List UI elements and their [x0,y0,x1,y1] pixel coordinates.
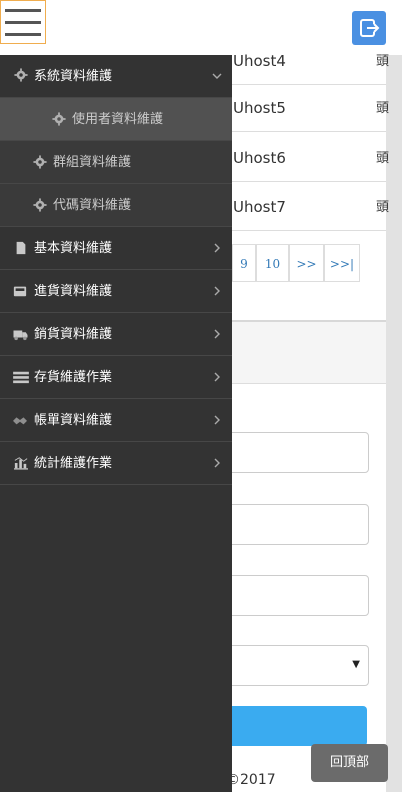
host-extra: 頭 [376,151,390,166]
menu-label: 銷貨資料維護 [34,327,113,342]
chevron-right-icon [214,458,220,468]
menu-item-system[interactable]: 系統資料維護 [0,55,232,98]
side-drawer: 系統資料維護 使用者資料維護 群組資料維護 代碼資料維護 基本資料維護 進貨資料… [0,55,232,792]
text-input-2[interactable] [224,504,369,545]
handshake-icon [13,417,27,425]
submit-button[interactable] [224,706,367,746]
menu-item-group[interactable]: 群組資料維護 [0,141,232,184]
host-name: Uhost6 [233,149,286,167]
menu-item-user[interactable]: 使用者資料維護 [0,98,232,141]
page-9-button[interactable]: 9 [232,244,256,282]
table-row[interactable]: Uhost7 頭 [232,184,390,231]
menu-label: 基本資料維護 [34,241,113,256]
menu-label: 群組資料維護 [53,155,132,170]
host-name: Uhost7 [233,198,286,216]
menu-item-stock[interactable]: 存貨維護作業 [0,356,232,399]
menu-label: 帳單資料維護 [34,413,113,428]
menu-item-statistics[interactable]: 統計維護作業 [0,442,232,485]
last-page-button[interactable]: >>| [324,244,360,282]
host-name: Uhost5 [233,99,286,117]
gear-icon [52,112,66,126]
chevron-right-icon [214,372,220,382]
chevron-right-icon [214,329,220,339]
chevron-right-icon [214,286,220,296]
hamburger-icon[interactable] [0,0,46,44]
text-input-1[interactable] [224,432,369,473]
file-icon [16,241,26,255]
menu-item-code[interactable]: 代碼資料維護 [0,184,232,227]
menu-label: 代碼資料維護 [53,198,132,213]
table-row[interactable]: Uhost5 頭 [232,85,390,132]
menu-item-purchase[interactable]: 進貨資料維護 [0,270,232,313]
menu-label: 存貨維護作業 [34,370,113,385]
copyright-text: ©2017 [226,772,276,788]
gear-icon [33,198,47,212]
host-extra: 頭 [376,200,390,215]
menu-item-basic[interactable]: 基本資料維護 [0,227,232,270]
menu-label: 進貨資料維護 [34,284,113,299]
table-row[interactable]: Uhost6 頭 [232,135,390,182]
chevron-right-icon [214,415,220,425]
bar-chart-icon [14,457,28,470]
back-to-top-button[interactable]: 回頂部 [311,744,388,782]
panel-heading [232,322,386,384]
inbox-icon [13,286,27,297]
menu-label: 系統資料維護 [34,69,113,84]
next-page-button[interactable]: >> [289,244,324,282]
caret-down-icon: ▼ [352,659,360,670]
host-extra: 頭 [376,101,390,116]
host-extra: 頭 [376,54,390,69]
truck-icon [13,330,28,341]
stack-icon [13,371,29,384]
menu-item-sales[interactable]: 銷貨資料維護 [0,313,232,356]
host-name: Uhost4 [233,52,286,70]
chevron-right-icon [214,243,220,253]
chevron-down-icon [212,73,222,79]
table-row[interactable]: Uhost4 頭 [232,38,390,85]
gear-icon [33,155,47,169]
gear-icon [14,68,28,82]
menu-label: 使用者資料維護 [72,112,164,127]
page-10-button[interactable]: 10 [256,244,289,282]
menu-item-billing[interactable]: 帳單資料維護 [0,399,232,442]
select-field[interactable]: ▼ [224,645,369,686]
menu-label: 統計維護作業 [34,456,113,471]
text-input-3[interactable] [224,575,369,616]
